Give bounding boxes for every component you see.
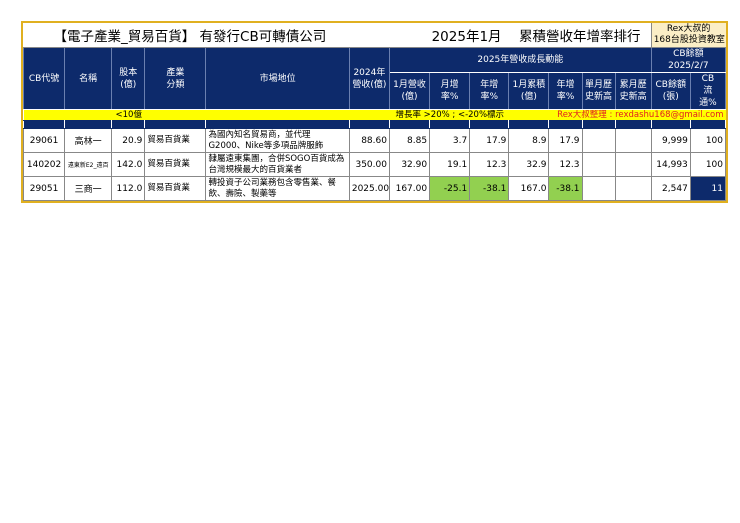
rule-note: 增長率 >20% ; <-20%標示	[389, 109, 549, 121]
header-mom: 月增率%	[429, 72, 471, 110]
cell-m-high	[581, 176, 616, 201]
header-name: 名稱	[64, 47, 113, 110]
cell-capital: 142.0	[111, 152, 146, 177]
header-position: 市場地位	[205, 47, 350, 110]
cell-code: 29051	[22, 176, 66, 201]
cell-cb-float: 100	[689, 128, 727, 153]
header-cum-high: 累月歷史新高	[614, 72, 652, 110]
cell-industry: 貿易百貨業	[144, 176, 207, 201]
subtitle: 累積營收年增率排行	[508, 23, 652, 48]
cell-cum: 32.9	[508, 152, 550, 177]
cell-mom: 19.1	[429, 152, 471, 177]
cell-m-high	[581, 128, 616, 153]
cell-cum-yoy: 17.9	[548, 128, 583, 153]
header-month-rev: 1月營收(億)	[388, 72, 431, 110]
cell-cb-float: 11	[689, 176, 727, 201]
table-row: 140202 遠東新E2_遠百 142.0 貿易百貨業 隸屬遠東集團，合併SOGO百貨成…	[22, 152, 727, 177]
cell-position: 為國內知名貿易商，並代理G2000、Nike等多項品牌服飾	[205, 128, 350, 153]
period: 2025年1月	[429, 23, 509, 48]
cell-m-rev: 8.85	[388, 128, 431, 153]
header-cb-group: CB餘額 2025/2/7	[650, 47, 727, 73]
cell-yoy: 12.3	[469, 152, 510, 177]
cell-capital: 20.9	[111, 128, 146, 153]
cell-c-high	[614, 128, 652, 153]
header-rev2024: 2024年營收(億)	[348, 47, 390, 110]
cap-note: <10億	[23, 109, 390, 121]
cell-cum-yoy: 12.3	[548, 152, 583, 177]
cell-industry: 貿易百貨業	[144, 152, 207, 177]
cell-c-high	[614, 152, 652, 177]
header-cb-float: CB流通%	[689, 72, 727, 110]
cell-code: 29061	[22, 128, 66, 153]
cell-code: 140202	[22, 152, 66, 177]
header-month-high: 單月歷史新高	[581, 72, 616, 110]
cell-rev2024: 88.60	[348, 128, 390, 153]
cell-c-high	[614, 176, 652, 201]
cell-cb-float: 100	[689, 152, 727, 177]
header-industry: 產業分類	[144, 47, 207, 110]
header-capital: 股本(億)	[111, 47, 146, 110]
table-row: 29061 高林一 20.9 貿易百貨業 為國內知名貿易商，並代理G2000、Nike等…	[22, 128, 727, 153]
cell-cum: 167.0	[508, 176, 550, 201]
cell-name: 遠東新E2_遠百	[64, 152, 113, 177]
cell-cb-bal: 9,999	[650, 128, 691, 153]
cell-capital: 112.0	[111, 176, 146, 201]
cell-industry: 貿易百貨業	[144, 128, 207, 153]
cell-m-rev: 32.90	[388, 152, 431, 177]
cell-cum: 8.9	[508, 128, 550, 153]
cell-m-high	[581, 152, 616, 177]
cell-rev2024: 2025.00	[348, 176, 390, 201]
cell-rev2024: 350.00	[348, 152, 390, 177]
cell-cb-bal: 14,993	[650, 152, 691, 177]
cell-mom: -25.1	[429, 176, 471, 201]
header-growth-group: 2025年營收成長動能	[388, 47, 652, 73]
header-cb-balance: CB餘額(張)	[650, 72, 691, 110]
header-code: CB代號	[22, 47, 66, 110]
author-note: Rex大叔整理 : rexdashu168@gmail.com	[548, 109, 726, 121]
cell-cb-bal: 2,547	[650, 176, 691, 201]
author-badge: Rex大叔的 168台股投資教室	[650, 23, 726, 48]
header-yoy: 年增率%	[469, 72, 510, 110]
cell-name: 三商一	[64, 176, 113, 201]
header-cum: 1月累積(億)	[508, 72, 550, 110]
header-cum-yoy: 年增率%	[548, 72, 583, 110]
report-frame: 【電子產業_貿易百貨】 有發行CB可轉債公司 2025年1月 累積營收年增率排行…	[21, 21, 728, 203]
cell-position: 隸屬遠東集團，合併SOGO百貨成為台灣規模最大的百貨業者	[205, 152, 350, 177]
page-title: 【電子產業_貿易百貨】 有發行CB可轉債公司	[23, 23, 430, 48]
cell-name: 高林一	[64, 128, 113, 153]
cell-yoy: 17.9	[469, 128, 510, 153]
cell-cum-yoy: -38.1	[548, 176, 583, 201]
cb-table: 【電子產業_貿易百貨】 有發行CB可轉債公司 2025年1月 累積營收年增率排行…	[22, 23, 727, 201]
table-row: 29051 三商一 112.0 貿易百貨業 轉投資子公司業務包含零售業、餐飲、壽險、製藥…	[22, 176, 727, 201]
cell-yoy: -38.1	[469, 176, 510, 201]
cell-mom: 3.7	[429, 128, 471, 153]
cell-m-rev: 167.00	[388, 176, 431, 201]
cell-position: 轉投資子公司業務包含零售業、餐飲、壽險、製藥等	[205, 176, 350, 201]
